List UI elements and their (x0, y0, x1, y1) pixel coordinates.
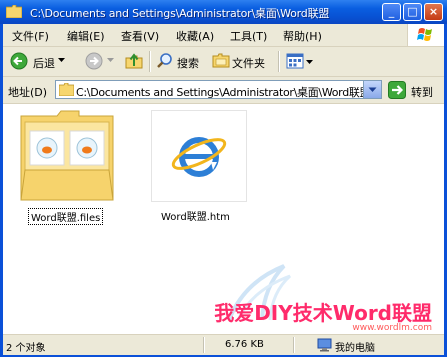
search-button[interactable]: 搜索 (177, 55, 199, 71)
address-path[interactable]: C:\Documents and Settings\Administrator\… (76, 84, 371, 100)
status-bar: 2 个对象 6.76 KB 我的电脑 (3, 334, 444, 355)
go-arrow-icon[interactable] (388, 81, 406, 99)
status-size: 6.76 KB (225, 339, 264, 350)
my-computer-icon (317, 338, 332, 352)
client-area: 文件(F) 编辑(E) 查看(V) 收藏(A) 工具(T) 帮助(H) 后退 搜… (3, 24, 444, 355)
status-object-count: 2 个对象 (6, 343, 46, 354)
watermark: 我爱DIY技术Word联盟 www.wordlm.com (214, 262, 440, 333)
windows-logo (407, 24, 444, 46)
chevron-down-icon (368, 87, 377, 92)
status-separator (203, 337, 205, 353)
go-button[interactable]: 转到 (411, 84, 433, 100)
ie-html-icon (151, 110, 247, 202)
file-item-htm[interactable]: Word联盟.htm (151, 108, 247, 226)
menu-favorites[interactable]: 收藏(A) (176, 28, 214, 44)
title-bar[interactable]: C:\Documents and Settings\Administrator\… (0, 0, 447, 24)
forward-arrow-icon[interactable] (85, 52, 103, 70)
folder-icon (59, 83, 74, 96)
back-arrow-icon[interactable] (10, 52, 28, 70)
address-field[interactable]: C:\Documents and Settings\Administrator\… (55, 80, 382, 99)
close-button[interactable]: × (424, 3, 443, 21)
file-name-folder[interactable]: Word联盟.files (28, 208, 104, 225)
search-icon[interactable] (156, 52, 174, 70)
folders-button[interactable]: 文件夹 (232, 55, 265, 71)
folder-icon (6, 5, 22, 18)
explorer-window: C:\Documents and Settings\Administrator\… (0, 0, 447, 357)
menu-help[interactable]: 帮助(H) (283, 28, 322, 44)
menu-tools[interactable]: 工具(T) (230, 28, 267, 44)
chevron-down-icon[interactable] (58, 57, 65, 63)
folder-icon (20, 110, 114, 201)
watermark-text: 我爱DIY技术Word联盟 (214, 301, 432, 325)
menu-bar: 文件(F) 编辑(E) 查看(V) 收藏(A) 工具(T) 帮助(H) (3, 24, 444, 47)
watermark-url: www.wordlm.com (352, 323, 432, 333)
toolbar: 后退 搜索 文件夹 (3, 47, 444, 77)
up-folder-icon[interactable] (124, 51, 144, 71)
menu-view[interactable]: 查看(V) (121, 28, 159, 44)
address-label: 地址(D) (8, 86, 48, 99)
address-dropdown-button[interactable] (363, 81, 381, 98)
chevron-down-icon[interactable] (306, 59, 313, 65)
folders-icon[interactable] (212, 53, 230, 69)
file-item-folder[interactable]: Word联盟.files (19, 108, 115, 226)
toolbar-separator (149, 51, 151, 72)
chevron-down-icon[interactable] (107, 57, 114, 63)
windows-flag-icon (417, 28, 432, 41)
status-location: 我的电脑 (335, 343, 375, 354)
menu-file[interactable]: 文件(F) (12, 28, 49, 44)
file-view[interactable]: Word联盟.files Word联盟.htm 我爱DIY技术Word联盟 ww… (3, 104, 444, 334)
file-name-htm[interactable]: Word联盟.htm (161, 208, 230, 223)
back-button[interactable]: 后退 (33, 55, 55, 71)
status-separator (293, 337, 295, 353)
menu-edit[interactable]: 编辑(E) (67, 28, 105, 44)
address-bar: 地址(D) C:\Documents and Settings\Administ… (3, 77, 444, 104)
minimize-button[interactable]: _ (382, 3, 401, 21)
views-icon[interactable] (286, 52, 304, 70)
maximize-button[interactable]: □ (403, 3, 422, 21)
window-title: C:\Documents and Settings\Administrator\… (30, 7, 330, 20)
toolbar-separator (278, 51, 280, 72)
